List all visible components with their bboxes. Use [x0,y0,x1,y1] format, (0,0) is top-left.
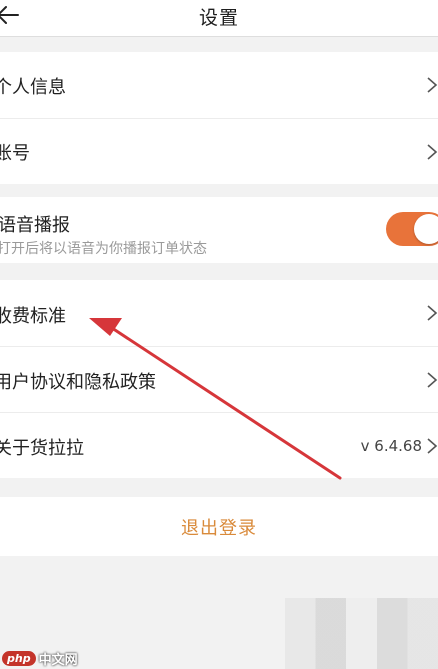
row-label: 个人信息 [0,77,66,98]
row-label: 收费标准 [0,306,66,327]
row-label: 账号 [0,143,30,164]
settings-group-info: 收费标准 用户协议和隐私政策 关于货拉拉 v 6.4.68 [0,280,438,478]
settings-row-voice-broadcast: 语音播报 打开后将以语音为你播报订单状态 [0,197,438,263]
app-version: v 6.4.68 [360,437,422,455]
header-bar: 设置 [0,0,438,37]
page-title: 设置 [198,7,239,29]
settings-group-profile: 个人信息 账号 [0,52,438,184]
voice-broadcast-toggle[interactable] [386,212,438,246]
toggle-knob [414,214,438,244]
row-label: 语音播报 [0,215,70,236]
row-subtitle: 打开后将以语音为你播报订单状态 [0,241,207,257]
row-label: 关于货拉拉 [0,438,84,459]
row-label: 用户协议和隐私政策 [0,372,156,393]
logout-label: 退出登录 [181,517,257,539]
settings-page: 设置 个人信息 账号 语音播报 打开后将以语音为你播报订单状态 收费标准 用户协… [0,0,438,669]
settings-group-voice: 语音播报 打开后将以语音为你播报订单状态 [0,197,438,263]
chevron-right-icon [426,437,438,455]
blurred-region [285,598,438,669]
chevron-right-icon [426,76,438,94]
logout-button[interactable]: 退出登录 [0,497,438,556]
settings-row-user-agreement[interactable]: 用户协议和隐私政策 [0,346,438,412]
settings-row-personal-info[interactable]: 个人信息 [0,52,438,118]
chevron-right-icon [426,371,438,389]
settings-row-fee-standard[interactable]: 收费标准 [0,280,438,346]
chevron-right-icon [426,143,438,161]
watermark-badge: php [2,650,36,666]
watermark-text: 中文网 [38,652,78,668]
watermark-logo: php 中文网 [2,647,78,669]
chevron-right-icon [426,304,438,322]
settings-row-about[interactable]: 关于货拉拉 v 6.4.68 [0,412,438,478]
settings-row-account[interactable]: 账号 [0,118,438,184]
